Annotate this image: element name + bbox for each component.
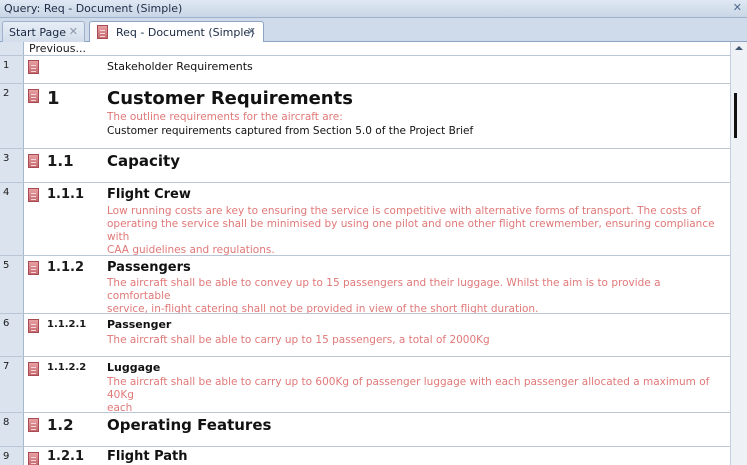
document-row[interactable]: 7 1.1.2.2 Luggage The aircraft shall be …: [0, 356, 730, 415]
document-row[interactable]: 2 1 Customer Requirements The outline re…: [0, 83, 730, 148]
tab-label: Req - Document (Simple): [116, 26, 255, 39]
heading-text: Luggage: [107, 361, 161, 374]
document-icon: [28, 418, 39, 432]
document-row[interactable]: 4 1.1.1 Flight Crew Low running costs ar…: [0, 182, 730, 257]
document-icon: [28, 89, 39, 103]
heading-number: 1.1.2.1: [47, 319, 87, 330]
row-number: 2: [3, 88, 10, 99]
document-icon: [28, 362, 39, 376]
heading-number: 1: [47, 88, 60, 109]
heading-text: Flight Path: [107, 449, 188, 464]
document-icon: [28, 261, 39, 275]
heading-number: 1.1.2: [47, 260, 85, 275]
heading-text: Operating Features: [107, 416, 272, 434]
document-icon: [28, 154, 39, 168]
object-text: Stakeholder Requirements: [107, 60, 253, 73]
object-text: The aircraft shall be able to convey up …: [107, 277, 725, 316]
previous-link[interactable]: Previous...: [29, 42, 86, 55]
text-line: Customer requirements captured from Sect…: [107, 125, 474, 137]
row-number: 9: [3, 451, 10, 462]
document-row[interactable]: 6 1.1.2.1 Passenger The aircraft shall b…: [0, 313, 730, 356]
document-row[interactable]: 5 1.1.2 Passengers The aircraft shall be…: [0, 255, 730, 316]
heading-number: 1.1.2.2: [47, 362, 87, 373]
window-close-icon[interactable]: ✕: [733, 1, 742, 14]
window-title: Query: Req - Document (Simple): [4, 2, 183, 15]
object-text: The outline requirements for the aircraf…: [107, 111, 725, 138]
scrollbar-thumb[interactable]: [734, 93, 737, 138]
object-text: Low running costs are key to ensuring th…: [107, 205, 725, 257]
object-text: The aircraft shall be able to carry up t…: [107, 376, 725, 415]
text-line: Low running costs are key to ensuring th…: [107, 205, 701, 217]
document-icon: [28, 452, 39, 465]
row-number: 3: [3, 153, 10, 164]
row-number: 8: [3, 417, 10, 428]
text-line: operating the service shall be minimised…: [107, 218, 715, 243]
document-row[interactable]: 9 1.2.1 Flight Path: [0, 446, 730, 465]
heading-text: Customer Requirements: [107, 88, 353, 109]
tab-start-page[interactable]: Start Page ✕: [2, 21, 85, 42]
row-number: 7: [3, 361, 10, 372]
document-icon: [97, 25, 108, 39]
document-icon: [28, 319, 39, 333]
text-line: The aircraft shall be able to carry up t…: [107, 376, 710, 401]
text-line: The aircraft shall be able to convey up …: [107, 277, 661, 302]
tab-strip: Start Page ✕ Req - Document (Simple) ✕: [0, 18, 747, 43]
row-number: 1: [3, 60, 10, 71]
heading-text: Passengers: [107, 260, 191, 275]
heading-text: Capacity: [107, 152, 180, 170]
tab-req-document[interactable]: Req - Document (Simple) ✕: [89, 21, 264, 43]
heading-number: 1.2: [47, 416, 74, 434]
heading-text: Passenger: [107, 318, 172, 331]
heading-number: 1.1: [47, 152, 74, 170]
object-text: The aircraft shall be able to carry up t…: [107, 334, 725, 347]
row-number: 6: [3, 318, 10, 329]
row-number: 4: [3, 187, 10, 198]
scroll-up-arrow-icon[interactable]: [735, 46, 743, 50]
document-row[interactable]: 8 1.2 Operating Features: [0, 412, 730, 446]
text-line: The outline requirements for the aircraf…: [107, 111, 343, 123]
vertical-scrollbar[interactable]: [730, 42, 747, 465]
query-title-bar: Query: Req - Document (Simple) ✕: [0, 0, 747, 18]
document-row[interactable]: 3 1.1 Capacity: [0, 148, 730, 182]
heading-text: Flight Crew: [107, 187, 191, 202]
document-icon: [28, 188, 39, 202]
heading-number: 1.2.1: [47, 449, 85, 464]
document-view[interactable]: Previous... 1 Stakeholder Requirements 2…: [0, 42, 730, 465]
row-number: 5: [3, 260, 10, 271]
document-row[interactable]: 1 Stakeholder Requirements: [0, 55, 730, 83]
text-line: The aircraft shall be able to carry up t…: [107, 334, 490, 346]
tab-label: Start Page: [9, 26, 66, 39]
tab-close-icon[interactable]: ✕: [247, 25, 256, 38]
heading-number: 1.1.1: [47, 187, 85, 202]
tab-close-icon[interactable]: ✕: [69, 25, 78, 38]
document-icon: [28, 60, 39, 74]
